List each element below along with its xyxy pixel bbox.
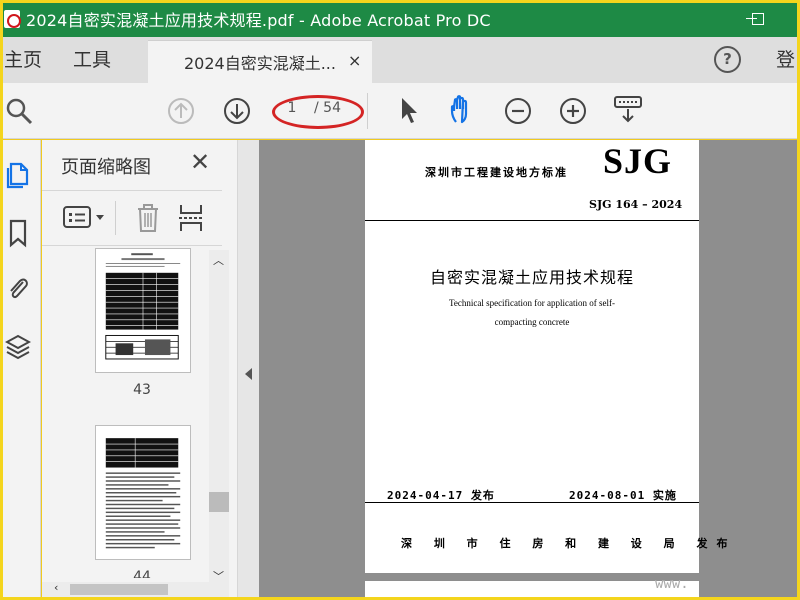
thumbnail-page-number: 43 xyxy=(133,382,151,398)
next-page-icon[interactable] xyxy=(222,96,252,126)
implementation-date: 2024-08-01 实施 xyxy=(569,489,677,502)
navigation-rail xyxy=(3,140,41,597)
select-cursor-icon[interactable] xyxy=(398,95,422,125)
issue-date: 2024-04-17 发布 xyxy=(387,489,495,502)
panel-divider xyxy=(115,201,116,235)
document-title-en-line1: Technical specification for application … xyxy=(448,298,616,308)
vertical-scrollbar[interactable]: ︿ ﹀ xyxy=(209,250,229,583)
header-rule xyxy=(365,220,699,221)
title-bar: 2024自密实混凝土应用技术规程.pdf - Adobe Acrobat Pro… xyxy=(0,0,800,37)
zoom-out-icon[interactable] xyxy=(503,96,533,126)
search-icon[interactable] xyxy=(4,96,34,126)
annotation-ellipse xyxy=(272,95,364,129)
page-thumbnail[interactable] xyxy=(95,425,191,560)
document-title-zh: 自密实混凝土应用技术规程 xyxy=(429,268,634,287)
standard-number: SJG 164 – 2024 xyxy=(589,198,683,211)
panel-collapse-strip[interactable] xyxy=(237,140,259,597)
thumbnail-page-number: 44 xyxy=(133,569,151,578)
document-title-en-line2: compacting concrete xyxy=(494,317,570,327)
page-thumbnail[interactable] xyxy=(95,248,191,373)
delete-page-icon[interactable] xyxy=(134,201,162,235)
bookmark-icon[interactable] xyxy=(5,218,31,248)
panel-title: 页面缩略图 xyxy=(61,157,151,178)
zoom-in-icon[interactable] xyxy=(558,96,588,126)
panel-toolbar xyxy=(42,190,222,246)
next-pdf-page xyxy=(365,581,699,597)
document-tab-label: 2024自密实混凝土... xyxy=(184,54,336,73)
publisher: 深 圳 市 住 房 和 建 设 局 发布 xyxy=(401,537,737,550)
thumbnail-list: 43 44 xyxy=(42,248,210,578)
tab-home[interactable]: 主页 xyxy=(4,37,42,83)
footer-rule xyxy=(365,502,699,503)
standard-type: 深圳市工程建设地方标准 xyxy=(425,166,568,179)
collapse-arrow-icon[interactable] xyxy=(245,368,252,380)
keyboard-scroll-icon[interactable] xyxy=(612,94,644,126)
tab-bar: 主页 工具 2024自密实混凝土... × ? 登 xyxy=(0,37,800,83)
toolbar: 1 / 54 xyxy=(0,83,800,139)
close-panel-icon[interactable]: ✕ xyxy=(190,150,210,174)
tab-document[interactable]: 2024自密实混凝土... × xyxy=(148,40,372,83)
help-icon[interactable]: ? xyxy=(714,46,741,73)
hand-tool-icon[interactable] xyxy=(447,94,479,126)
tab-tools[interactable]: 工具 xyxy=(73,37,111,83)
page-thumbnails-icon[interactable] xyxy=(5,160,31,190)
acrobat-app-icon xyxy=(4,9,21,28)
maximize-button[interactable] xyxy=(738,0,778,37)
horizontal-scrollbar[interactable]: ‹ xyxy=(42,581,229,597)
options-menu-icon[interactable] xyxy=(62,205,108,231)
scroll-up-arrow-icon[interactable]: ︿ xyxy=(213,252,224,268)
window-title: 2024自密实混凝土应用技术规程.pdf - Adobe Acrobat Pro… xyxy=(26,10,491,30)
toolbar-divider xyxy=(367,93,368,129)
scroll-left-arrow-icon[interactable]: ‹ xyxy=(54,581,58,594)
thumbnails-panel: 页面缩略图 ✕ 43 44 ︿ ﹀ ‹ xyxy=(42,140,237,597)
layers-icon[interactable] xyxy=(5,332,31,362)
previous-page-icon[interactable] xyxy=(166,96,196,126)
document-view[interactable]: 深圳市工程建设地方标准 SJG SJG 164 – 2024 自密实混凝土应用技… xyxy=(259,140,800,597)
close-tab-icon[interactable]: × xyxy=(348,51,361,70)
standard-logo: SJG xyxy=(603,141,673,181)
scrollbar-thumb[interactable] xyxy=(209,492,229,512)
attachment-icon[interactable] xyxy=(5,274,31,304)
scrollbar-thumb[interactable] xyxy=(70,584,168,595)
extract-page-icon[interactable] xyxy=(177,201,205,235)
watermark: www. xyxy=(655,576,689,592)
sign-in-button[interactable]: 登 xyxy=(776,37,795,83)
pdf-page: 深圳市工程建设地方标准 SJG SJG 164 – 2024 自密实混凝土应用技… xyxy=(365,140,727,573)
maximize-icon xyxy=(752,12,764,25)
